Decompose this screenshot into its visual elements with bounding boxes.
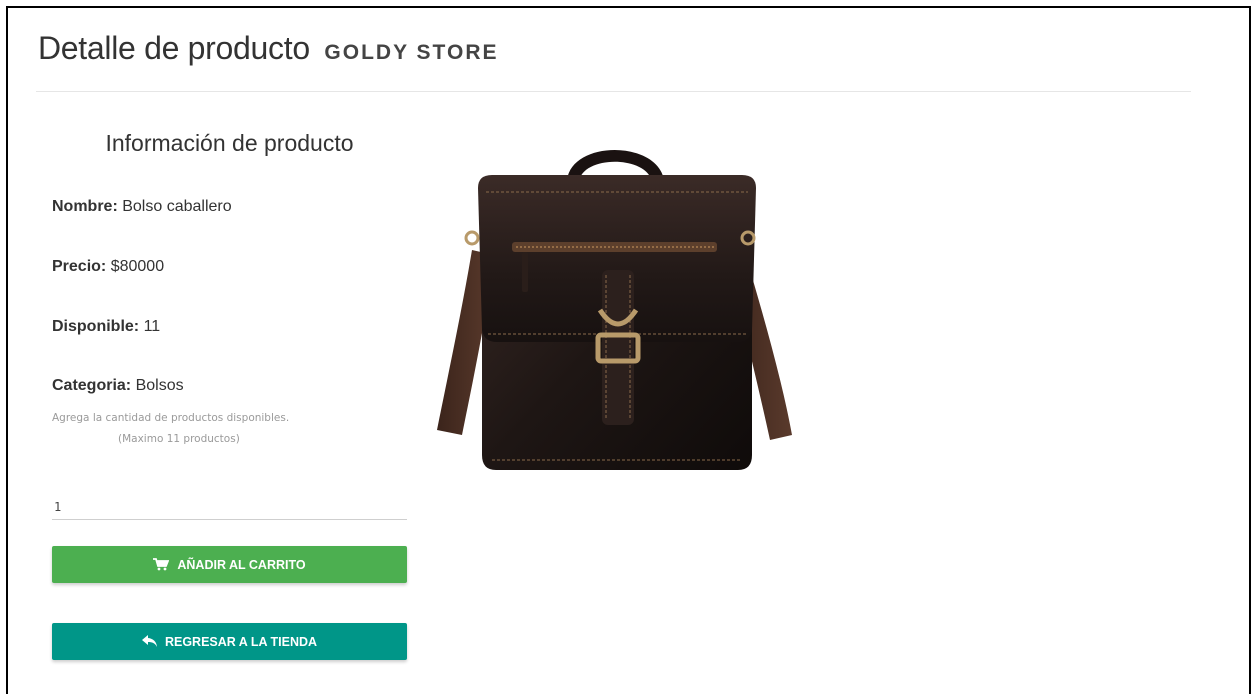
categoria-value: Bolsos	[135, 377, 184, 394]
cart-icon	[153, 558, 170, 571]
disponible-label: Disponible:	[52, 318, 140, 335]
page-title: Detalle de producto GOLDY STORE	[38, 30, 499, 67]
info-nombre: Nombre: Bolso caballero	[52, 198, 232, 216]
add-to-cart-label: AÑADIR AL CARRITO	[177, 557, 306, 572]
info-precio: Precio: $80000	[52, 258, 164, 276]
quantity-max-hint: (Maximo 11 productos)	[118, 433, 240, 445]
disponible-value: 11	[143, 318, 161, 335]
precio-label: Precio:	[52, 258, 107, 275]
leather-bag-icon	[437, 150, 792, 470]
quantity-hint: Agrega la cantidad de productos disponib…	[52, 412, 290, 424]
quantity-input[interactable]	[52, 494, 407, 520]
back-to-store-button[interactable]: REGRESAR A LA TIENDA	[52, 623, 407, 660]
precio-value: $80000	[110, 258, 165, 275]
product-image	[432, 130, 802, 480]
nombre-value: Bolso caballero	[122, 198, 232, 215]
info-disponible: Disponible: 11	[52, 318, 160, 336]
info-categoria: Categoria: Bolsos	[52, 377, 184, 395]
section-title: Información de producto	[105, 130, 354, 156]
reply-arrow-icon	[141, 635, 157, 648]
categoria-label: Categoria:	[52, 377, 132, 394]
back-to-store-label: REGRESAR A LA TIENDA	[164, 634, 318, 649]
add-to-cart-button[interactable]: AÑADIR AL CARRITO	[52, 546, 407, 583]
page-title-text: Detalle de producto	[38, 30, 310, 66]
header-divider	[36, 91, 1191, 92]
nombre-label: Nombre:	[52, 198, 118, 215]
store-brand: GOLDY STORE	[324, 41, 499, 64]
